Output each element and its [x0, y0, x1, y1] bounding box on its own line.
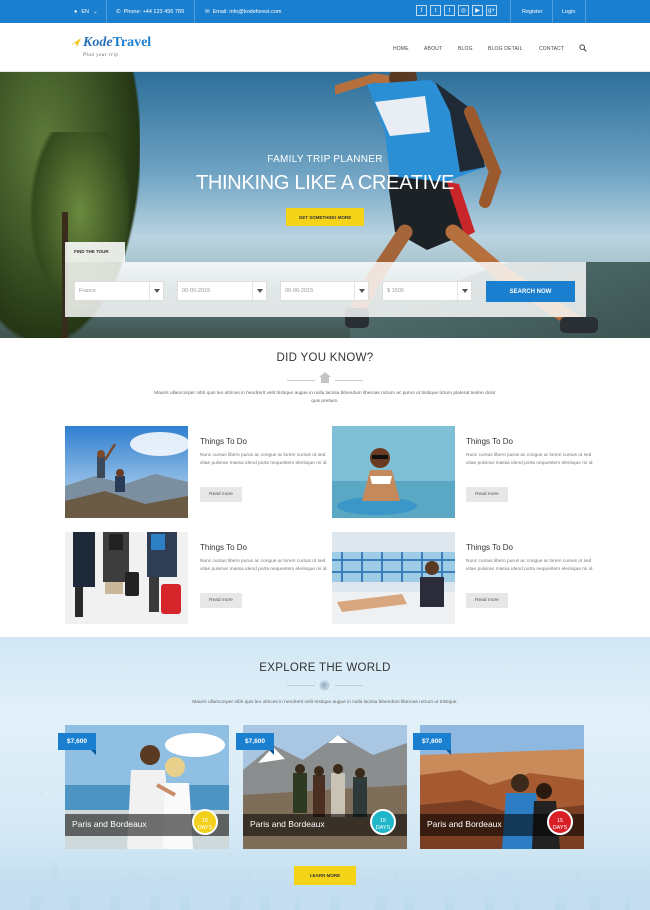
date-from-value: 00-00-2015 — [182, 288, 211, 294]
logo[interactable]: KodeTravel — [70, 36, 151, 50]
plane-icon — [71, 38, 81, 47]
nav-contact[interactable]: CONTACT — [539, 46, 564, 54]
card-text: Nunc cursus libero purus ac congue ar lo… — [200, 559, 328, 572]
days-badge: 15 DAYS — [192, 809, 218, 835]
card-title: Things To Do — [200, 437, 247, 446]
days-label: DAYS — [197, 824, 213, 831]
search-now-button[interactable]: SEARCH NOW — [486, 281, 575, 302]
nav-blog[interactable]: BLOG — [458, 46, 473, 54]
card-text: Nunc cursus libero purus ac congue ar lo… — [200, 453, 328, 466]
explore-section: EXPLORE THE WORLD Mauris ullamcorper nib… — [0, 637, 650, 910]
read-more-button[interactable]: Read more — [200, 487, 242, 502]
date-from-select[interactable]: 00-00-2015 — [177, 281, 267, 301]
caret-down-icon — [252, 282, 266, 300]
card-title: Things To Do — [466, 543, 513, 552]
twitter-icon[interactable]: t — [430, 5, 441, 16]
google-plus-icon[interactable]: g+ — [486, 5, 497, 16]
tab-find-the-tour[interactable]: FIND THE TOUR — [65, 242, 125, 262]
section-title-explore: EXPLORE THE WORLD — [259, 662, 391, 674]
date-to-value: 00-00-2015 — [285, 288, 314, 294]
email-info: ✉ Email: info@kodeforest.com — [205, 0, 281, 23]
home-icon — [319, 372, 331, 383]
logo-tagline: Plan your trip — [83, 53, 119, 58]
price-value: $ 1500 — [387, 288, 404, 294]
hero-title: THINKING LIKE A CREATIVE — [195, 172, 455, 194]
card-image-cruise — [332, 532, 455, 624]
card-text: Nunc cursus libero purus ac congue ar lo… — [466, 453, 594, 466]
email-text: Email: info@kodeforest.com — [212, 8, 282, 15]
search-icon[interactable] — [579, 44, 587, 52]
price-select[interactable]: $ 1500 — [382, 281, 472, 301]
tumblr-icon[interactable]: t — [444, 5, 455, 16]
social-links: f t t ◎ ▶ g+ — [416, 5, 497, 16]
section-title-did-you-know: DID YOU KNOW? — [276, 352, 374, 364]
register-link[interactable]: Register — [522, 0, 542, 23]
card-title: Things To Do — [200, 543, 247, 552]
divider-left — [287, 380, 315, 381]
caret-down-icon — [354, 282, 368, 300]
globe-icon — [319, 680, 330, 691]
card-title: Things To Do — [466, 437, 513, 446]
nav-home[interactable]: HOME — [393, 46, 409, 54]
caret-down-icon — [149, 282, 163, 300]
facebook-icon[interactable]: f — [416, 5, 427, 16]
youtube-icon[interactable]: ▶ — [472, 5, 483, 16]
divider-left — [287, 685, 315, 686]
divider-right — [335, 380, 363, 381]
price-tag: $7,600 — [413, 733, 451, 755]
phone-icon: ✆ — [116, 8, 121, 15]
price-tag: $7,600 — [58, 733, 96, 755]
carousel-next-icon[interactable]: › — [598, 787, 601, 798]
hero-cta-button[interactable]: GET SOMETHING MORE — [286, 208, 364, 226]
header: KodeTravel Plan your trip HOME ABOUT BLO… — [0, 23, 650, 72]
carousel-prev-icon[interactable]: ‹ — [46, 787, 49, 798]
chevron-down-icon: ⌄ — [92, 8, 98, 15]
card-text: Nunc cursus libero purus ac congue ar lo… — [466, 559, 594, 572]
date-to-select[interactable]: 00-00-2015 — [280, 281, 369, 301]
price-tag: $7,600 — [236, 733, 274, 755]
read-more-button[interactable]: Read more — [466, 487, 508, 502]
globe-icon: ● — [74, 8, 78, 15]
card-image-hikers — [65, 426, 188, 518]
days-badge: 15 DAYS — [547, 809, 573, 835]
hero-banner: FAMILY TRIP PLANNER THINKING LIKE A CREA… — [0, 72, 650, 338]
divider-right — [335, 685, 363, 686]
learn-more-button[interactable]: LEARN MORE — [294, 866, 356, 885]
destination-value: France — [79, 288, 97, 294]
tour-search-panel: France 00-00-2015 00-00-2015 $ 1500 SEAR… — [65, 262, 586, 317]
phone-text: Phone: +44 123 456 789 — [123, 8, 185, 15]
card-image-luggage — [65, 532, 188, 624]
days-label: DAYS — [552, 824, 568, 831]
hero-subtitle: FAMILY TRIP PLANNER — [267, 154, 383, 165]
logo-text: KodeTravel — [83, 35, 152, 50]
read-more-button[interactable]: Read more — [200, 593, 242, 608]
did-you-know-text: Mauris ullamcorper nibh quis leo ultrice… — [154, 391, 496, 404]
caret-down-icon — [457, 282, 471, 300]
nav-blog-detail[interactable]: BLOG DETAIL — [488, 46, 523, 54]
language-label: EN — [81, 8, 89, 15]
language-selector[interactable]: ● EN ⌄ — [74, 0, 98, 23]
card-image-beach — [332, 426, 455, 518]
phone-info: ✆ Phone: +44 123 456 789 — [116, 0, 184, 23]
instagram-icon[interactable]: ◎ — [458, 5, 469, 16]
nav-about[interactable]: ABOUT — [424, 46, 442, 54]
mail-icon: ✉ — [205, 8, 210, 15]
destination-select[interactable]: France — [74, 281, 164, 301]
login-link[interactable]: Login — [562, 0, 575, 23]
days-label: DAYS — [375, 824, 391, 831]
read-more-button[interactable]: Read more — [466, 593, 508, 608]
days-badge: 15 DAYS — [370, 809, 396, 835]
explore-text: Mauris ullamcorper nibh quis leo ultrice… — [192, 700, 458, 705]
top-bar: ● EN ⌄ ✆ Phone: +44 123 456 789 ✉ Email:… — [0, 0, 650, 23]
